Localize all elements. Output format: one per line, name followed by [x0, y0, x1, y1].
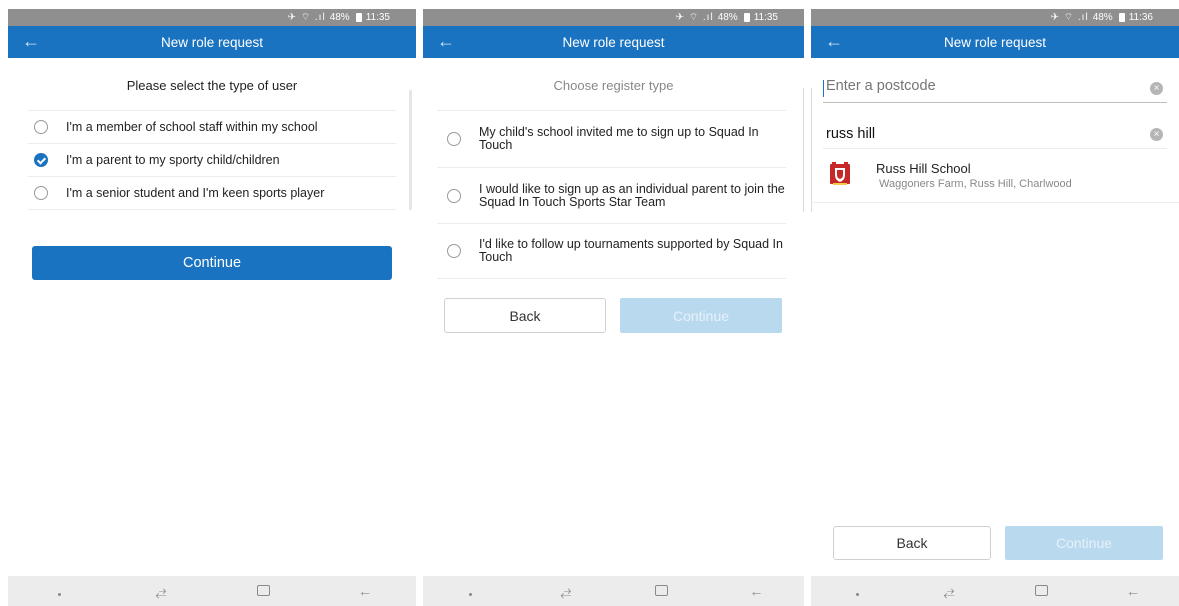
- home-icon[interactable]: [1029, 583, 1053, 599]
- option-parent[interactable]: I'm a parent to my sporty child/children: [28, 144, 396, 177]
- continue-button-disabled[interactable]: Continue: [1005, 526, 1163, 560]
- option-label: I'm a member of school staff within my s…: [66, 119, 318, 134]
- clear-icon[interactable]: ×: [1150, 82, 1163, 95]
- app-bar: ← New role request: [8, 26, 416, 58]
- clock-time: 11:35: [365, 12, 390, 23]
- signal-icons: ✈ ⌔ .ıl: [675, 12, 714, 23]
- recents-icon[interactable]: ⥄: [149, 583, 173, 600]
- battery-icon: [355, 13, 362, 22]
- option-label: I'm a parent to my sporty child/children: [66, 152, 280, 167]
- back-button[interactable]: Back: [833, 526, 991, 560]
- continue-button[interactable]: Continue: [32, 246, 392, 280]
- option-label: I'd like to follow up tournaments suppor…: [479, 237, 783, 264]
- battery-level: 48%: [717, 12, 738, 23]
- register-type-list: My child's school invited me to sign up …: [437, 110, 786, 279]
- signal-icons: ✈ ⌔ .ıl: [287, 12, 326, 23]
- screen-school-search: ✈ ⌔ .ıl 48% 11:36 ← New role request × ×…: [811, 0, 1179, 606]
- system-nav-bar: ⥄ ←: [8, 576, 416, 606]
- back-arrow-icon[interactable]: ←: [22, 31, 40, 51]
- signal-icons: ✈ ⌔ .ıl: [1050, 12, 1089, 23]
- radio-unchecked-icon[interactable]: [34, 186, 48, 200]
- option-label: I would like to sign up as an individual…: [479, 181, 785, 209]
- radio-unchecked-icon[interactable]: [34, 120, 48, 134]
- system-nav-bar: ⥄ ←: [811, 576, 1179, 606]
- recents-icon[interactable]: ⥄: [554, 583, 578, 600]
- nav-back-icon[interactable]: ←: [744, 583, 768, 599]
- home-icon[interactable]: [251, 583, 275, 599]
- back-arrow-icon[interactable]: ←: [437, 31, 455, 51]
- nav-back-icon[interactable]: ←: [353, 583, 377, 599]
- back-arrow-icon[interactable]: ←: [825, 31, 843, 51]
- battery-level: 48%: [1092, 12, 1113, 23]
- status-bar: ✈ ⌔ .ıl 48% 11:36: [811, 9, 1179, 26]
- clear-icon[interactable]: ×: [1150, 128, 1163, 141]
- option-senior-student[interactable]: I'm a senior student and I'm keen sports…: [28, 177, 396, 210]
- recents-icon[interactable]: ⥄: [937, 583, 961, 600]
- back-button[interactable]: Back: [444, 298, 606, 333]
- postcode-input[interactable]: [826, 78, 1126, 94]
- school-search-input[interactable]: [826, 126, 1126, 142]
- battery-level: 48%: [329, 12, 350, 23]
- radio-unchecked-icon[interactable]: [447, 188, 461, 203]
- option-follow-tournaments[interactable]: I'd like to follow up tournaments suppor…: [437, 224, 786, 279]
- nav-back-icon[interactable]: ←: [1121, 583, 1145, 599]
- home-icon[interactable]: [649, 583, 673, 599]
- option-label: I'm a senior student and I'm keen sports…: [66, 185, 325, 200]
- school-name: Russ Hill School: [876, 161, 971, 176]
- radio-unchecked-icon[interactable]: [447, 244, 461, 258]
- nav-dot-icon[interactable]: [47, 583, 71, 599]
- system-nav-bar: ⥄ ←: [423, 576, 804, 606]
- postcode-field[interactable]: ×: [823, 74, 1167, 103]
- status-bar: ✈ ⌔ .ıl 48% 11:35: [8, 9, 416, 26]
- page-title: New role request: [160, 34, 264, 50]
- school-crest-icon: [830, 162, 850, 185]
- nav-dot-icon[interactable]: [845, 583, 869, 599]
- app-bar: ← New role request: [811, 26, 1179, 58]
- page-title: New role request: [562, 34, 665, 50]
- battery-icon: [743, 13, 750, 22]
- screen-register-type: ✈ ⌔ .ıl 48% 11:35 ← New role request Cho…: [423, 0, 804, 606]
- school-search-field[interactable]: ×: [823, 120, 1167, 149]
- section-heading: Please select the type of user: [126, 78, 298, 93]
- scrollbar[interactable]: [409, 90, 412, 210]
- radio-unchecked-icon[interactable]: [447, 132, 461, 146]
- section-heading: Choose register type: [553, 78, 674, 93]
- clock-time: 11:35: [753, 12, 778, 23]
- option-school-invite[interactable]: My child's school invited me to sign up …: [437, 111, 786, 168]
- text-cursor: [823, 80, 824, 97]
- continue-button-disabled[interactable]: Continue: [620, 298, 782, 333]
- nav-dot-icon[interactable]: [459, 583, 483, 599]
- battery-icon: [1118, 13, 1125, 22]
- screen-user-type: ✈ ⌔ .ıl 48% 11:35 ← New role request Ple…: [8, 0, 416, 606]
- divider: [803, 88, 804, 212]
- school-address: Waggoners Farm, Russ Hill, Charlwood: [879, 178, 1072, 190]
- clock-time: 11:36: [1128, 12, 1153, 23]
- page-title: New role request: [943, 34, 1047, 50]
- option-individual-parent[interactable]: I would like to sign up as an individual…: [437, 168, 786, 224]
- school-result-item[interactable]: Russ Hill School Waggoners Farm, Russ Hi…: [811, 150, 1179, 203]
- status-bar: ✈ ⌔ .ıl 48% 11:35: [423, 9, 804, 26]
- option-label: My child's school invited me to sign up …: [479, 125, 759, 152]
- radio-checked-icon[interactable]: [34, 153, 48, 167]
- option-school-staff[interactable]: I'm a member of school staff within my s…: [28, 111, 396, 144]
- app-bar: ← New role request: [423, 26, 804, 58]
- user-type-list: I'm a member of school staff within my s…: [28, 110, 396, 210]
